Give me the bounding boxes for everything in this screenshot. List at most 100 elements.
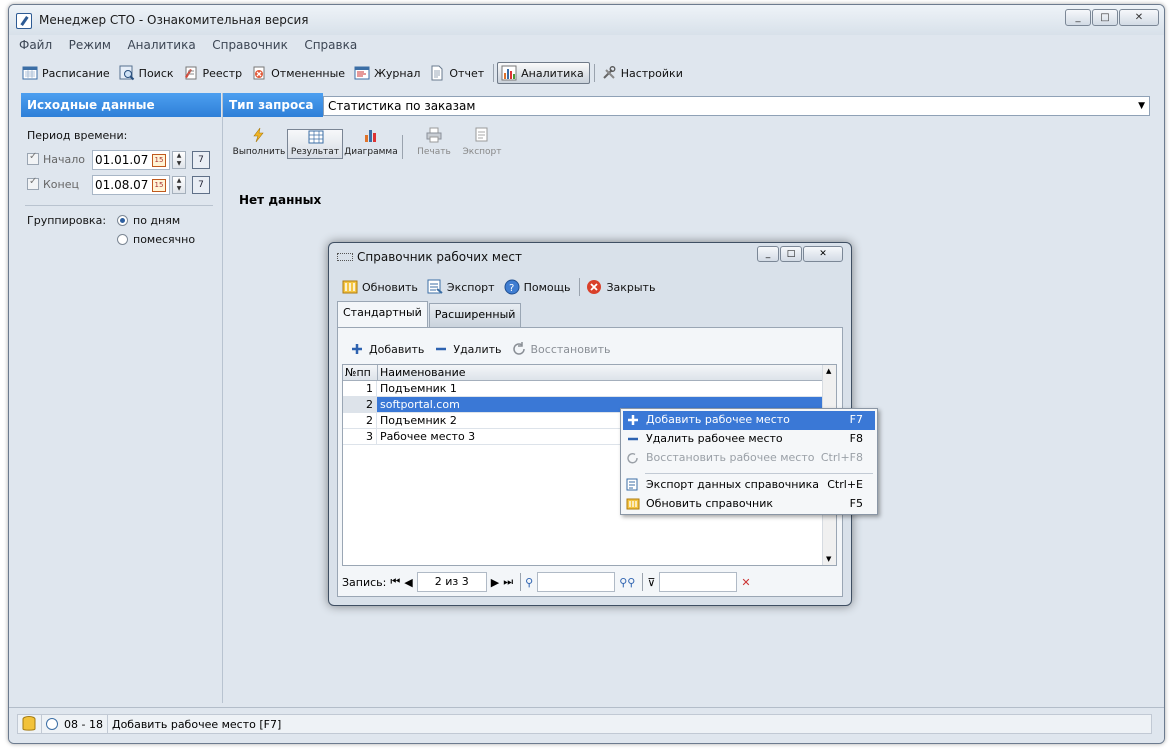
- column-name[interactable]: Наименование: [378, 365, 823, 381]
- restore-button[interactable]: Восстановить: [508, 338, 616, 360]
- toolbar-cancelled-button[interactable]: Отмененные: [248, 62, 350, 84]
- toolbar-registry-button[interactable]: Реестр: [180, 62, 248, 84]
- diagram-label: Диаграмма: [344, 147, 398, 157]
- close-button[interactable]: ✕: [1119, 9, 1159, 26]
- help-button[interactable]: ? Помощь: [501, 276, 576, 298]
- database-icon: [18, 715, 42, 733]
- toolbar-search-button[interactable]: Поиск: [116, 62, 179, 84]
- toolbar-settings-button[interactable]: Настройки: [598, 62, 688, 84]
- row-name: Подъемник 1: [380, 382, 457, 395]
- svg-text:?: ?: [509, 283, 514, 294]
- scroll-up-icon[interactable]: ▲: [826, 367, 831, 375]
- start-calendar-icon[interactable]: 15: [152, 154, 166, 167]
- record-position[interactable]: 2 из 3: [416, 572, 487, 592]
- menu-reference[interactable]: Справочник: [212, 38, 288, 52]
- dialog-close-action-button[interactable]: Закрыть: [583, 276, 660, 298]
- toolbar-report-button[interactable]: Отчет: [426, 62, 489, 84]
- filter-icon[interactable]: ⊽: [647, 576, 655, 589]
- toolbar-journal-label: Журнал: [374, 66, 421, 80]
- result-button[interactable]: Результат: [287, 129, 343, 159]
- dialog-toolbar: Обновить Экспорт ? Помощь Закрыть: [339, 277, 661, 297]
- plus-icon: [626, 413, 640, 427]
- toolbar-analytics-button[interactable]: Аналитика: [497, 62, 590, 84]
- menu-restore-workplace[interactable]: Восстановить рабочее место Ctrl+F8: [623, 449, 875, 468]
- row-name: softportal.com: [380, 398, 460, 411]
- diagram-button[interactable]: Диаграмма: [343, 125, 399, 163]
- menu-refresh-reference[interactable]: Обновить справочник F5: [623, 495, 875, 514]
- menu-mode[interactable]: Режим: [69, 38, 111, 52]
- status-time-value: 08 - 18: [64, 717, 103, 731]
- report-icon: [429, 65, 445, 81]
- menu-help[interactable]: Справка: [304, 38, 357, 52]
- filter-input[interactable]: [659, 572, 738, 592]
- menu-file[interactable]: Файл: [19, 38, 52, 52]
- maximize-button[interactable]: □: [1092, 9, 1118, 26]
- find-input[interactable]: [537, 572, 616, 592]
- dialog-minimize-button[interactable]: _: [757, 246, 779, 262]
- toolbar-analytics-label: Аналитика: [521, 66, 584, 80]
- menu-delete-workplace[interactable]: Удалить рабочее место F8: [623, 430, 875, 449]
- start-label: Начало: [43, 153, 86, 166]
- printer-icon: [426, 127, 442, 143]
- find-next-icon[interactable]: ⚲⚲: [619, 576, 635, 589]
- start-date-picker-button[interactable]: 7: [192, 151, 210, 169]
- grid-header: №пп Наименование: [343, 365, 823, 381]
- export-button[interactable]: Экспорт: [462, 125, 502, 163]
- dialog-export-button[interactable]: Экспорт: [424, 276, 500, 298]
- dialog-icon: [337, 253, 353, 261]
- title-bar[interactable]: Менеджер СТО - Ознакомительная версия _ …: [9, 5, 1164, 35]
- find-icon[interactable]: ⚲: [525, 576, 533, 589]
- end-calendar-icon[interactable]: 15: [152, 179, 166, 192]
- toolbar-schedule-button[interactable]: Расписание: [19, 62, 115, 84]
- dialog-maximize-button[interactable]: □: [780, 246, 802, 262]
- first-record-icon[interactable]: ⏮: [390, 575, 400, 589]
- end-label: Конец: [43, 178, 79, 191]
- table-row[interactable]: 1 Подъемник 1: [343, 381, 823, 397]
- menu-separator: [645, 473, 873, 474]
- dialog-close-action-label: Закрыть: [606, 280, 656, 294]
- menu-analytics[interactable]: Аналитика: [127, 38, 195, 52]
- menu-add-workplace[interactable]: Добавить рабочее место F7: [623, 411, 875, 430]
- clock-icon: [46, 718, 58, 730]
- delete-button[interactable]: Удалить: [430, 338, 506, 360]
- menu-restore-label: Восстановить рабочее место: [646, 451, 815, 464]
- tab-standard[interactable]: Стандартный: [337, 301, 428, 327]
- menu-export-reference[interactable]: Экспорт данных справочника Ctrl+E: [623, 476, 875, 495]
- grid-toolbar: Добавить Удалить Восстановить: [346, 338, 616, 360]
- menu-delete-label: Удалить рабочее место: [646, 432, 783, 445]
- print-label: Печать: [417, 147, 451, 157]
- registry-icon: [183, 65, 199, 81]
- menu-bar: Файл Режим Аналитика Справочник Справка: [19, 38, 370, 56]
- grouping-label: Группировка:: [27, 214, 107, 227]
- grouping-monthly-radio[interactable]: [117, 234, 128, 245]
- end-date-picker-button[interactable]: 7: [192, 176, 210, 194]
- toolbar-registry-label: Реестр: [202, 66, 243, 80]
- grouping-daily-radio[interactable]: [117, 215, 128, 226]
- execute-button[interactable]: Выполнить: [231, 125, 287, 163]
- prev-record-icon[interactable]: ◀: [404, 576, 412, 589]
- clear-filter-icon[interactable]: ✕: [741, 576, 750, 589]
- table-icon: [308, 130, 324, 146]
- toolbar-journal-button[interactable]: Журнал: [351, 62, 425, 84]
- print-button[interactable]: Печать: [406, 125, 462, 163]
- restore-label: Восстановить: [530, 342, 611, 356]
- dialog-close-button[interactable]: ✕: [803, 246, 843, 262]
- end-checkbox[interactable]: [27, 176, 39, 190]
- minimize-button[interactable]: _: [1065, 9, 1091, 26]
- next-record-icon[interactable]: ▶: [491, 576, 499, 589]
- add-button[interactable]: Добавить: [346, 338, 429, 360]
- last-record-icon[interactable]: ⏭: [503, 575, 513, 589]
- request-type-select[interactable]: Статистика по заказам ▼: [323, 96, 1150, 116]
- column-number[interactable]: №пп: [343, 365, 378, 381]
- export-label: Экспорт: [462, 147, 502, 157]
- start-date-spinner[interactable]: ▲ ▼: [172, 151, 186, 169]
- add-label: Добавить: [369, 342, 425, 356]
- end-date-spinner[interactable]: ▲ ▼: [172, 176, 186, 194]
- status-bar: 08 - 18 Добавить рабочее место [F7]: [9, 707, 1164, 743]
- start-checkbox[interactable]: [27, 151, 39, 165]
- scroll-down-icon[interactable]: ▼: [826, 555, 831, 563]
- menu-refresh-label: Обновить справочник: [646, 497, 774, 510]
- refresh-button[interactable]: Обновить: [339, 276, 423, 298]
- tab-extended[interactable]: Расширенный: [428, 303, 522, 327]
- export-icon: [474, 127, 490, 143]
